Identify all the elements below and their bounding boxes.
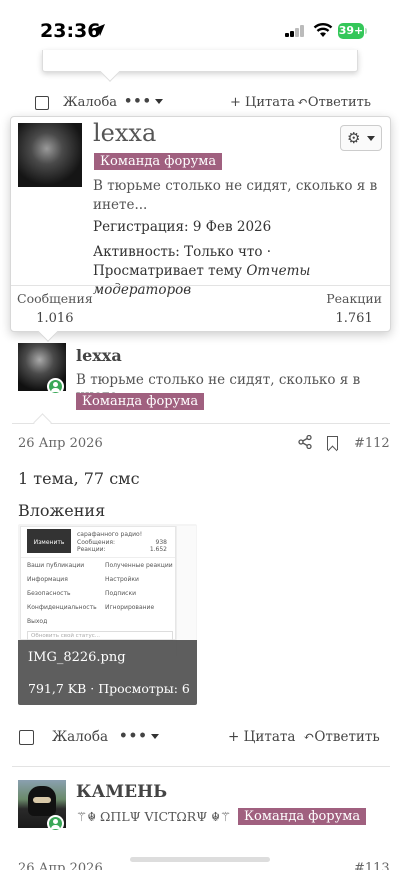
thumb-divider bbox=[21, 557, 175, 558]
post-body-text: 1 тема, 77 смс bbox=[18, 469, 140, 488]
post-divider bbox=[12, 766, 390, 767]
chevron-down-icon bbox=[367, 136, 375, 141]
attachment-filename: IMG_8226.png bbox=[28, 650, 126, 665]
member-status-text: В тюрьме столько не сидят, сколько я в и… bbox=[93, 178, 378, 213]
post-date[interactable]: 26 Апр 2026 bbox=[18, 436, 103, 451]
member-tooltip-card: lexxa Команда форума ⚙ В тюрьме столько … bbox=[10, 116, 391, 342]
chevron-down-icon bbox=[150, 734, 159, 739]
member-options-button[interactable]: ⚙ bbox=[340, 125, 382, 151]
member-avatar[interactable] bbox=[18, 123, 82, 187]
member-registration: Регистрация: 9 Фев 2026 bbox=[93, 219, 271, 235]
battery-tip bbox=[365, 28, 367, 34]
post-author-badge: Команда форума bbox=[76, 393, 205, 410]
messages-label: Сообщения bbox=[17, 291, 93, 306]
cellular-signal-icon bbox=[285, 25, 307, 37]
more-actions-button[interactable]: ••• bbox=[124, 94, 163, 109]
thumb-menu-item: Информация bbox=[27, 576, 68, 583]
attachment-thumbnail[interactable]: Изменить сарафанного радио! Сообщения: 9… bbox=[18, 524, 197, 705]
more-dots: ••• bbox=[119, 728, 148, 744]
next-post-number[interactable]: #113 bbox=[354, 861, 390, 870]
thumb-reactions-value: 1.652 bbox=[149, 546, 167, 553]
next-post-date[interactable]: 26 Апр 2026 bbox=[18, 861, 103, 870]
post-header-divider bbox=[12, 413, 390, 432]
registration-date: 9 Фев 2026 bbox=[192, 219, 272, 235]
thumb-menu-item: Выход bbox=[27, 618, 48, 625]
thumb-menu-item: Безопасность bbox=[27, 590, 71, 597]
thumb-line: сарафанного радио! bbox=[77, 531, 143, 538]
next-post-author-status: ⚚☬ ΩПLΨ VICTΩRΨ ☬⚚ bbox=[76, 809, 232, 824]
reply-link[interactable]: ↶Ответить bbox=[297, 95, 371, 110]
thumb-menu-item: Конфиденциальность bbox=[27, 604, 97, 611]
popup-pointer bbox=[100, 62, 120, 82]
post-actions-row: Жалоба ••• + Цитата ↶Ответить bbox=[0, 728, 400, 752]
avatar-figure bbox=[28, 786, 56, 816]
reactions-value: 1.761 bbox=[335, 311, 373, 326]
reactions-label: Реакции bbox=[326, 291, 382, 306]
wifi-icon bbox=[313, 23, 333, 37]
post-number[interactable]: #112 bbox=[354, 436, 390, 451]
home-indicator[interactable] bbox=[130, 857, 270, 862]
reply-icon: ↶ bbox=[297, 95, 308, 110]
thumb-messages-value: 938 bbox=[155, 539, 167, 546]
thumb-menu-item: Ваши публикации bbox=[27, 562, 85, 569]
previous-popup-remnant bbox=[42, 50, 358, 82]
thumb-menu-item: Игнорирование bbox=[105, 604, 155, 611]
card-divider bbox=[11, 285, 390, 286]
quote-link[interactable]: + Цитата bbox=[230, 95, 295, 110]
member-role-badge: Команда форума bbox=[94, 153, 223, 170]
report-link[interactable]: Жалоба bbox=[52, 729, 108, 745]
more-dots: ••• bbox=[124, 94, 152, 109]
attachment-info-overlay: IMG_8226.png 791,7 KB · Просмотры: 6 bbox=[18, 640, 197, 705]
post-actions-row: Жалоба ••• + Цитата ↶Ответить bbox=[0, 94, 400, 118]
report-link[interactable]: Жалоба bbox=[63, 95, 117, 110]
thumb-messages-label: Сообщения: bbox=[77, 539, 116, 546]
reply-icon: ↶ bbox=[303, 729, 315, 745]
thumb-edit-button: Изменить bbox=[27, 529, 71, 553]
thumb-reactions-label: Реакции: bbox=[77, 546, 106, 553]
online-status-icon bbox=[47, 378, 64, 395]
more-actions-button[interactable]: ••• bbox=[119, 728, 159, 744]
next-post-author-badge: Команда форума bbox=[238, 808, 367, 825]
post-author-name[interactable]: lexxa bbox=[76, 346, 122, 365]
select-checkbox[interactable] bbox=[19, 730, 34, 745]
reply-link[interactable]: ↶Ответить bbox=[303, 729, 380, 745]
gear-icon: ⚙ bbox=[347, 129, 361, 147]
registration-label: Регистрация: bbox=[93, 219, 189, 235]
thumb-menu-item: Полученные реакции bbox=[105, 562, 173, 569]
thumb-background-strip bbox=[176, 526, 196, 656]
reactions-stat[interactable]: Реакции 1.761 bbox=[326, 291, 382, 326]
attachment-info: 791,7 KB · Просмотры: 6 bbox=[28, 681, 190, 696]
activity-label: Активность: bbox=[93, 244, 180, 260]
thumb-menu-item: Настройки bbox=[105, 576, 139, 583]
reply-label: Ответить bbox=[307, 95, 371, 110]
reply-label: Ответить bbox=[314, 729, 380, 745]
online-status-icon bbox=[47, 815, 64, 832]
share-icon[interactable] bbox=[298, 435, 312, 449]
quote-link[interactable]: + Цитата bbox=[228, 729, 295, 745]
chevron-down-icon bbox=[154, 99, 163, 104]
location-arrow-icon bbox=[93, 24, 105, 36]
attachments-heading: Вложения bbox=[18, 501, 106, 520]
messages-value: 1.016 bbox=[36, 311, 74, 326]
next-post-author-name[interactable]: КАМЕНЬ bbox=[76, 782, 167, 802]
thumb-menu-item: Подписки bbox=[105, 590, 136, 597]
thumbnail-preview: Изменить сарафанного радио! Сообщения: 9… bbox=[20, 526, 176, 641]
author-pointer bbox=[33, 413, 52, 432]
battery-indicator: 39+ bbox=[338, 23, 364, 39]
bookmark-icon[interactable] bbox=[327, 436, 338, 450]
messages-stat[interactable]: Сообщения 1.016 bbox=[17, 291, 93, 326]
member-username[interactable]: lexxa bbox=[93, 119, 156, 147]
select-checkbox[interactable] bbox=[35, 96, 49, 110]
